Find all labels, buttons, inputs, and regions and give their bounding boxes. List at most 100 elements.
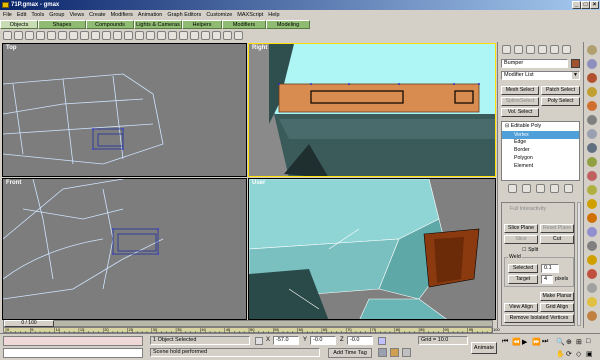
normal-align-icon[interactable] (587, 171, 597, 181)
menu-tools[interactable]: Tools (31, 10, 44, 20)
quick-render-icon[interactable] (234, 31, 243, 40)
bulb-icon[interactable] (587, 297, 597, 307)
menu-views[interactable]: Views (70, 10, 85, 20)
effects-icon[interactable] (587, 311, 597, 321)
material-editor-icon[interactable] (212, 31, 221, 40)
maxscript-output[interactable] (3, 348, 143, 358)
create-tab-icon[interactable] (502, 45, 511, 54)
configure-sets-icon[interactable] (564, 184, 573, 193)
field-of-view-icon[interactable]: ◇ (576, 350, 581, 358)
select-icon[interactable] (58, 31, 67, 40)
percent-snap-icon[interactable] (587, 87, 597, 97)
render-scene-icon[interactable] (587, 241, 597, 251)
bind-icon[interactable] (47, 31, 56, 40)
safe-frame-icon[interactable] (402, 348, 411, 357)
tab-compounds[interactable]: Compounds (86, 20, 134, 29)
named-selection-icon[interactable] (587, 115, 597, 125)
sun-icon[interactable] (587, 255, 597, 265)
go-to-end-icon[interactable]: ⏭ (542, 338, 548, 346)
command-panel-scrollbar[interactable] (577, 202, 581, 326)
animate-button[interactable]: Animate (471, 342, 497, 354)
menu-modifiers[interactable]: Modifiers (111, 10, 133, 20)
maximize-viewport-icon[interactable]: □ (586, 338, 590, 345)
light-icon[interactable] (587, 199, 597, 209)
viewport-label-top[interactable]: Top (6, 45, 17, 51)
display-tab-icon[interactable] (550, 45, 559, 54)
tab-shapes[interactable]: Shapes (38, 20, 86, 29)
slice-button[interactable]: Slice (504, 235, 538, 244)
reference-coord-icon[interactable] (124, 31, 133, 40)
tab-lights-cameras[interactable]: Lights & Cameras (134, 20, 182, 29)
object-color-swatch[interactable] (571, 59, 580, 68)
region-icon[interactable] (80, 31, 89, 40)
time-slider-thumb[interactable]: 0 / 100 (4, 320, 54, 327)
snap-icon[interactable] (587, 59, 597, 69)
stack-item-element[interactable]: Element (514, 163, 533, 169)
menu-file[interactable]: File (3, 10, 12, 20)
render-icon[interactable] (223, 31, 232, 40)
full-interactivity-checkbox[interactable]: Full Interactivity (510, 206, 546, 212)
add-time-tag-button[interactable]: Add Time Tag (328, 348, 372, 358)
split-checkbox[interactable]: ☐ Split (522, 247, 538, 253)
y-coord-field[interactable]: -0.0 (310, 336, 336, 345)
render-type-icon[interactable] (390, 348, 399, 357)
viewport-label-user[interactable]: User (252, 180, 265, 186)
redo-icon[interactable] (14, 31, 23, 40)
vol-select-button[interactable]: Vol. Select (501, 108, 539, 117)
viewport-front[interactable]: Front (2, 178, 247, 320)
place-highlight-icon[interactable] (587, 185, 597, 195)
menu-customize[interactable]: Customize (206, 10, 232, 20)
select-by-name-icon[interactable] (69, 31, 78, 40)
remove-modifier-icon[interactable] (550, 184, 559, 193)
scale-icon[interactable] (113, 31, 122, 40)
axis-x-icon[interactable] (146, 31, 155, 40)
environment-icon[interactable] (587, 283, 597, 293)
select-filter-icon[interactable] (587, 45, 597, 55)
x-coord-field[interactable]: -57.0 (273, 336, 299, 345)
previous-frame-icon[interactable]: ⏪ (512, 338, 521, 346)
minimize-button[interactable]: _ (572, 1, 581, 9)
maximize-button[interactable]: □ (581, 1, 590, 9)
mirror-tool-icon[interactable] (587, 129, 597, 139)
move-icon[interactable] (91, 31, 100, 40)
absolute-mode-icon[interactable] (378, 337, 386, 345)
stack-item-edge[interactable]: Edge (514, 139, 526, 145)
zoom-all-icon[interactable]: ⊕ (566, 338, 572, 346)
close-button[interactable]: × (590, 1, 599, 9)
poly-select-button[interactable]: Poly Select (541, 97, 580, 106)
pin-stack-icon[interactable] (508, 184, 517, 193)
stack-item-polygon[interactable]: Polygon (514, 155, 533, 161)
stack-item-vertex[interactable]: Vertex (502, 131, 579, 139)
play-icon[interactable]: ▶ (522, 338, 527, 346)
align-icon[interactable] (190, 31, 199, 40)
menu-graph-editors[interactable]: Graph Editors (167, 10, 201, 20)
array-icon[interactable] (587, 143, 597, 153)
viewport-user[interactable]: User (248, 178, 496, 320)
time-slider-track[interactable]: 0 / 100 (3, 320, 493, 327)
rotate-icon[interactable] (102, 31, 111, 40)
axis-y-icon[interactable] (157, 31, 166, 40)
target-pixels-field[interactable]: 4 (541, 275, 553, 284)
motion-tab-icon[interactable] (538, 45, 547, 54)
weld-target-button[interactable]: Target (508, 275, 538, 284)
lock-selection-icon[interactable] (255, 337, 263, 345)
z-coord-field[interactable]: -0.0 (347, 336, 373, 345)
make-planar-button[interactable]: Make Planar (540, 292, 574, 301)
viewport-label-right[interactable]: Right (252, 45, 267, 51)
link-icon[interactable] (25, 31, 34, 40)
slice-plane-button[interactable]: Slice Plane (504, 224, 538, 233)
menu-help[interactable]: Help (268, 10, 279, 20)
undo-icon[interactable] (3, 31, 12, 40)
axis-z-icon[interactable] (168, 31, 177, 40)
unlink-icon[interactable] (36, 31, 45, 40)
tab-objects[interactable]: Objects (0, 20, 38, 29)
camera-icon[interactable] (587, 213, 597, 223)
modifier-list-dropdown[interactable]: Modifier List ▼ (501, 71, 580, 80)
stack-root-editable-poly[interactable]: ⊟ Editable Poly (505, 123, 541, 129)
zoom-extents-icon[interactable]: ⊞ (576, 338, 582, 346)
utilities-tab-icon[interactable] (562, 45, 571, 54)
stack-item-border[interactable]: Border (514, 147, 530, 153)
zoom-icon[interactable]: 🔍 (556, 338, 565, 346)
cut-button[interactable]: Cut (540, 235, 574, 244)
viewport-label-front[interactable]: Front (6, 180, 21, 186)
